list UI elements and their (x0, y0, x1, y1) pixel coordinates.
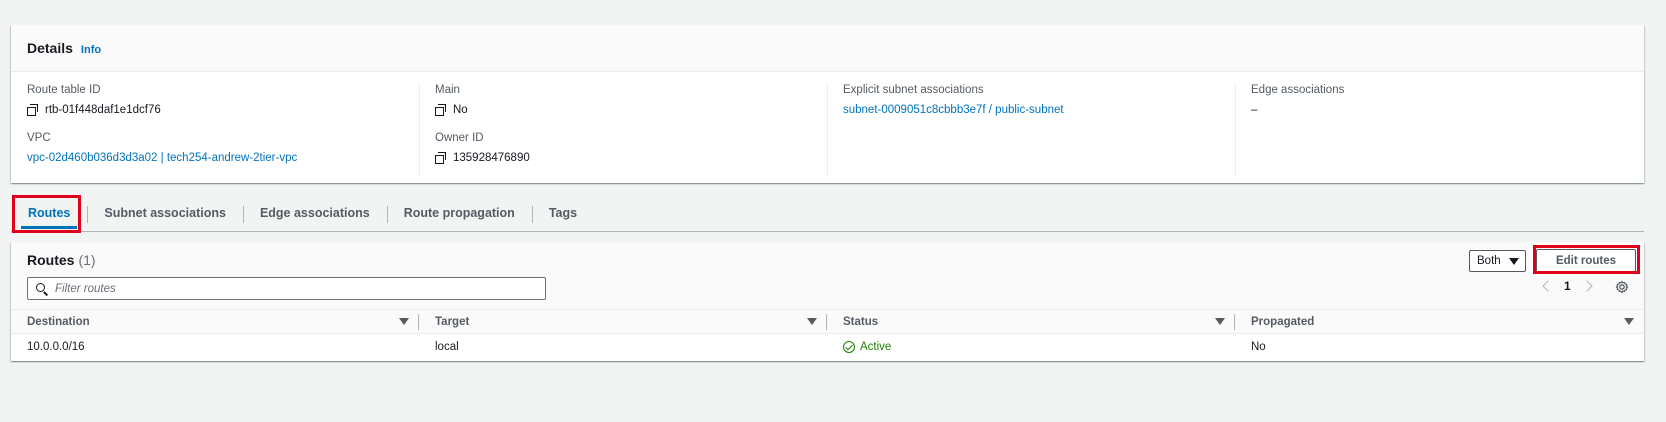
copy-icon[interactable] (435, 152, 447, 164)
explicit-subnet-value: subnet-0009051c8cbbb3e7f / public-subnet (843, 103, 1219, 117)
vpc-field: VPC vpc-02d460b036d3d3a02 | tech254-andr… (27, 132, 403, 165)
info-link[interactable]: Info (81, 44, 101, 56)
tab-subnet-associations[interactable]: Subnet associations (87, 195, 243, 232)
route-type-select-value: Both (1477, 255, 1501, 267)
routes-header: Routes(1) Both Edit routes 1 (11, 242, 1644, 310)
pagination: 1 (1542, 279, 1593, 293)
tab-edge-associations[interactable]: Edge associations (242, 195, 387, 232)
vpc-link[interactable]: vpc-02d460b036d3d3a02 | tech254-andrew-2… (27, 152, 297, 164)
column-target-label: Target (435, 315, 470, 328)
main-text: No (453, 104, 468, 116)
check-circle-icon (843, 340, 855, 353)
cell-propagated: No (1251, 340, 1266, 353)
copy-icon[interactable] (435, 104, 447, 116)
routes-title-text: Routes (27, 252, 75, 268)
route-table-id-text: rtb-01f448daf1e1dcf76 (45, 104, 161, 116)
vpc-value: vpc-02d460b036d3d3a02 | tech254-andrew-2… (27, 151, 403, 165)
main-label: Main (435, 84, 460, 96)
tab-bar: Routes Subnet associations Edge associat… (11, 195, 1644, 232)
route-table-id-value: rtb-01f448daf1e1dcf76 (27, 103, 403, 117)
main-value: No (435, 103, 811, 117)
owner-text: 135928476890 (453, 152, 530, 164)
sort-icon[interactable] (1215, 318, 1225, 325)
details-body: Route table ID rtb-01f448daf1e1dcf76 VPC… (11, 72, 1644, 180)
filter-routes[interactable] (27, 277, 546, 300)
edit-routes-button[interactable]: Edit routes (1536, 249, 1636, 273)
details-col-4: Edge associations – (1235, 84, 1643, 180)
details-col-3: Explicit subnet associations subnet-0009… (827, 84, 1235, 180)
routes-table-header: Destination Target Status Propagated (11, 310, 1644, 334)
details-panel: Details Info Route table ID rtb-01f448da… (11, 25, 1644, 183)
edge-associations-value: – (1251, 104, 1258, 116)
details-title: Details (27, 40, 73, 56)
tab-routes[interactable]: Routes (11, 195, 87, 232)
explicit-subnet-link[interactable]: subnet-0009051c8cbbb3e7f / public-subnet (843, 104, 1064, 116)
details-col-2: Main No Owner ID 135928476890 (419, 84, 827, 180)
owner-field: Owner ID 135928476890 (435, 132, 811, 165)
route-type-select[interactable]: Both (1469, 250, 1526, 272)
sort-icon[interactable] (1624, 318, 1634, 325)
main-field: Main No (435, 84, 811, 117)
column-destination[interactable]: Destination (11, 310, 419, 333)
status-text: Active (860, 340, 892, 353)
search-icon (36, 282, 48, 295)
edge-associations-field: Edge associations – (1251, 84, 1627, 117)
owner-label: Owner ID (435, 132, 484, 144)
column-destination-label: Destination (27, 315, 90, 328)
cell-status: Active (827, 334, 1235, 359)
column-status-label: Status (843, 315, 879, 328)
owner-value: 135928476890 (435, 151, 811, 165)
route-table-id-field: Route table ID rtb-01f448daf1e1dcf76 (27, 84, 403, 117)
explicit-subnet-label: Explicit subnet associations (843, 84, 984, 96)
table-row: 10.0.0.0/16 local Active No (11, 334, 1644, 359)
cell-destination: 10.0.0.0/16 (27, 340, 85, 353)
vpc-label: VPC (27, 132, 51, 144)
details-col-1: Route table ID rtb-01f448daf1e1dcf76 VPC… (11, 84, 419, 180)
routes-count: (1) (78, 252, 96, 268)
tab-route-propagation[interactable]: Route propagation (386, 195, 532, 232)
page-number[interactable]: 1 (1564, 279, 1571, 293)
details-header: Details Info (11, 25, 1644, 72)
column-propagated[interactable]: Propagated (1235, 310, 1644, 333)
column-target[interactable]: Target (419, 310, 827, 333)
copy-icon[interactable] (27, 104, 39, 116)
cell-target: local (435, 340, 459, 353)
sort-icon[interactable] (807, 318, 817, 325)
routes-panel: Routes(1) Both Edit routes 1 Destination… (11, 242, 1644, 361)
chevron-right-icon[interactable] (1581, 280, 1593, 292)
column-propagated-label: Propagated (1251, 315, 1315, 328)
sort-icon[interactable] (399, 318, 409, 325)
chevron-left-icon[interactable] (1542, 280, 1554, 292)
routes-title: Routes (1) (27, 252, 96, 268)
tab-tags[interactable]: Tags (531, 195, 594, 232)
column-status[interactable]: Status (827, 310, 1235, 333)
filter-routes-input[interactable] (55, 282, 525, 295)
explicit-subnet-field: Explicit subnet associations subnet-0009… (843, 84, 1219, 117)
gear-icon[interactable] (1615, 280, 1629, 294)
edge-associations-label: Edge associations (1251, 84, 1345, 96)
caret-down-icon (1508, 257, 1519, 265)
route-table-id-label: Route table ID (27, 84, 101, 96)
